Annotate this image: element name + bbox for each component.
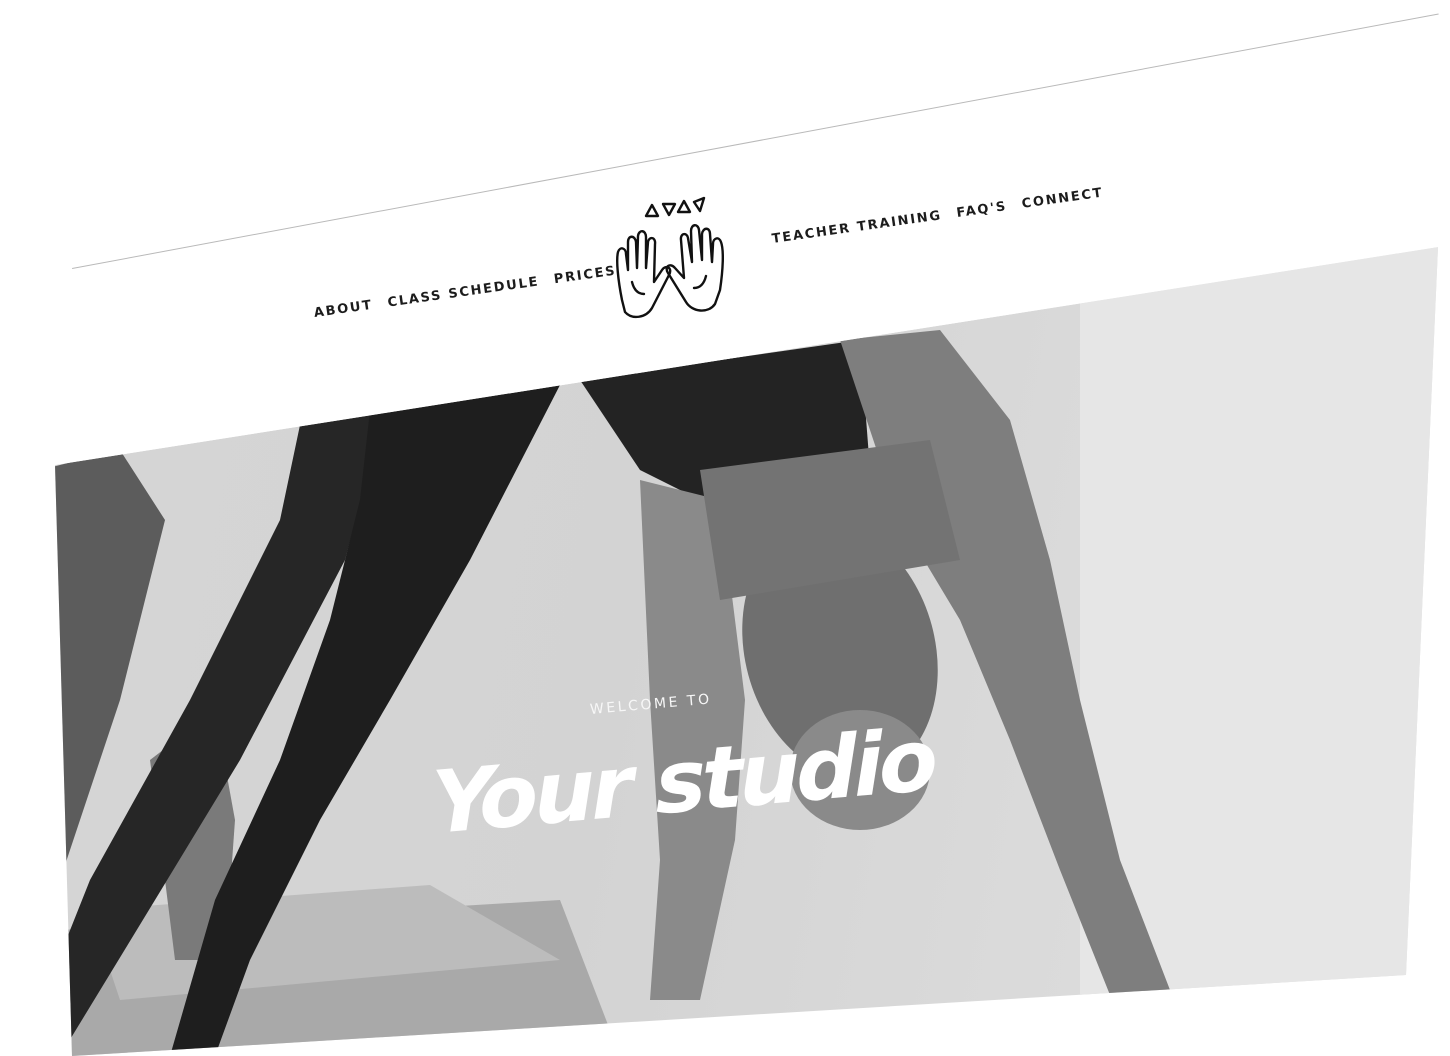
hero-title: Your studio xyxy=(430,710,936,855)
hero-eyebrow: WELCOME TO xyxy=(589,691,713,718)
hero-content: WELCOME TO Your studio xyxy=(0,0,1450,1056)
page-viewport: ABOUT CLASS SCHEDULE PRICES TEACHER TRAI… xyxy=(0,0,1450,1056)
